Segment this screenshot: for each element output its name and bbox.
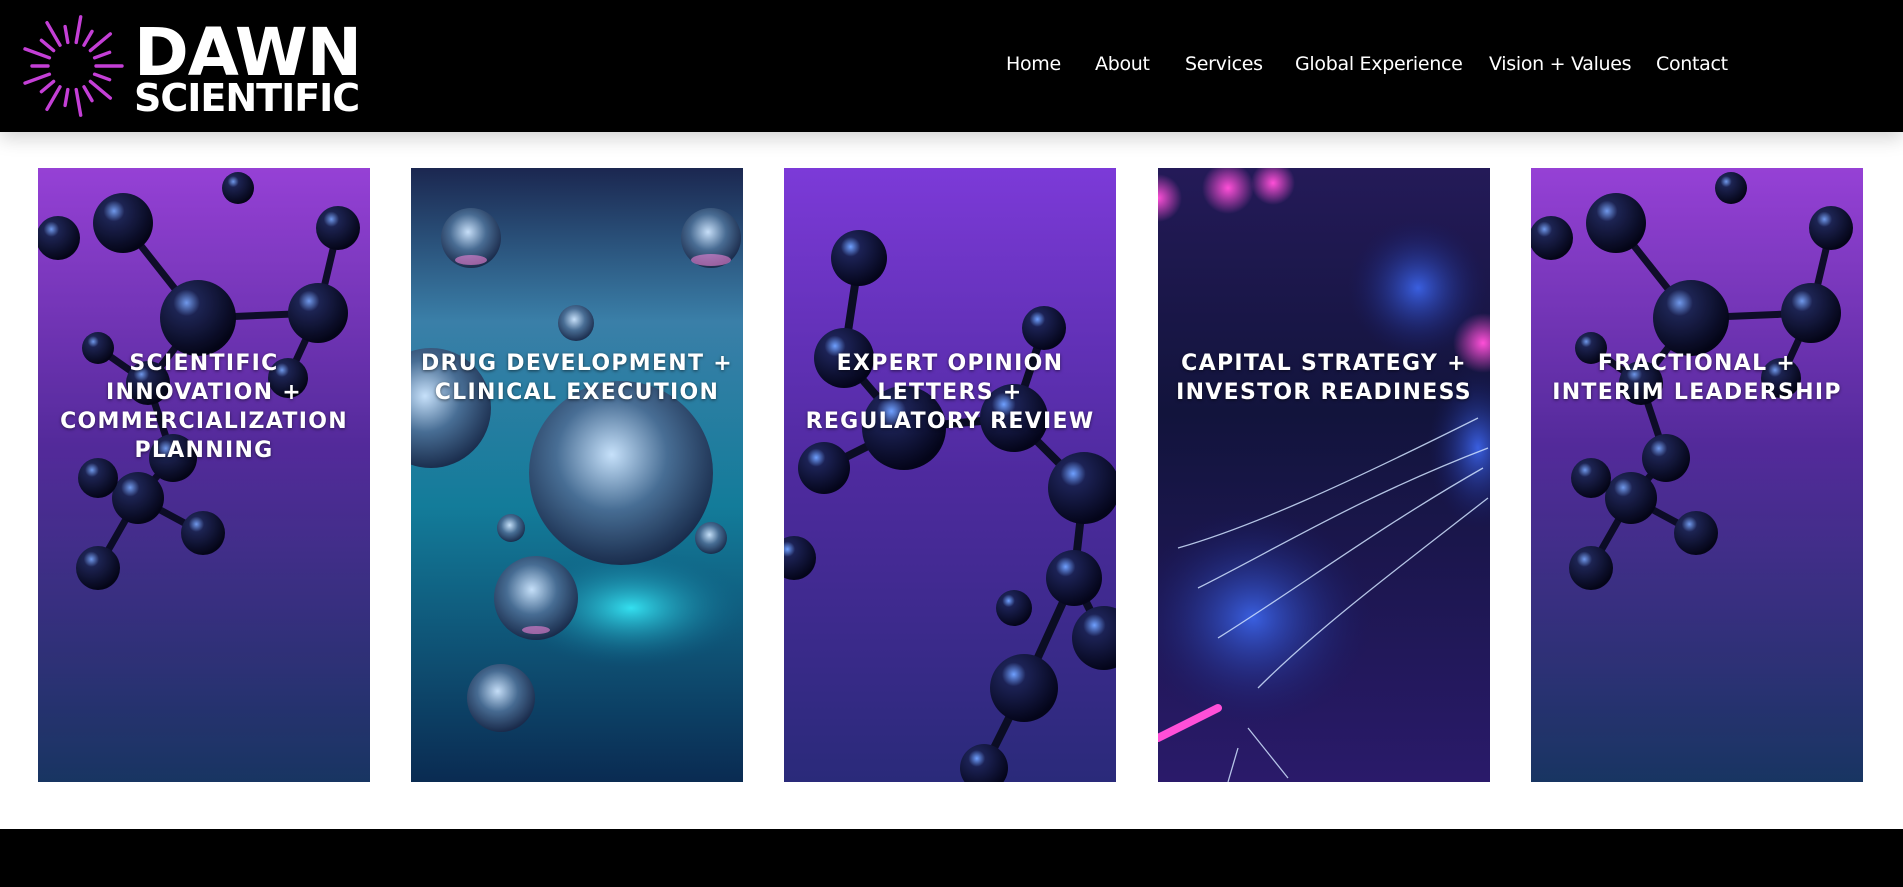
- service-card-innovation[interactable]: SCIENTIFIC INNOVATION + COMMERCIALIZATIO…: [38, 168, 370, 782]
- neural-network-image: [1158, 168, 1490, 782]
- footer-bar: [0, 829, 1903, 887]
- service-card-fractional-leadership[interactable]: FRACTIONAL + INTERIM LEADERSHIP: [1531, 168, 1863, 782]
- brand-logo[interactable]: DAWN SCIENTIFIC: [20, 14, 365, 118]
- nav-contact[interactable]: Contact: [1656, 52, 1728, 76]
- service-title: FRACTIONAL + INTERIM LEADERSHIP: [1552, 351, 1842, 405]
- teal-spheres-image: [411, 168, 743, 782]
- service-title: DRUG DEVELOPMENT + CLINICAL EXECUTION: [420, 351, 734, 405]
- nav-services[interactable]: Services: [1185, 52, 1263, 76]
- service-card-capital-strategy[interactable]: CAPITAL STRATEGY + INVESTOR READINESS: [1158, 168, 1490, 782]
- service-title: SCIENTIFIC INNOVATION + COMMERCIALIZATIO…: [60, 351, 348, 463]
- purple-molecule-image: [38, 168, 370, 782]
- nav-home[interactable]: Home: [1006, 52, 1061, 76]
- nav-global-experience[interactable]: Global Experience: [1295, 52, 1463, 76]
- nav-vision-values[interactable]: Vision + Values: [1489, 52, 1632, 76]
- services-grid: SCIENTIFIC INNOVATION + COMMERCIALIZATIO…: [0, 0, 1903, 887]
- sunburst-logo-icon: [23, 15, 124, 117]
- service-title: EXPERT OPINION LETTERS + REGULATORY REVI…: [805, 351, 1095, 434]
- purple-molecule-image: [1531, 168, 1863, 782]
- service-card-drug-development[interactable]: DRUG DEVELOPMENT + CLINICAL EXECUTION: [411, 168, 743, 782]
- service-title: CAPITAL STRATEGY + INVESTOR READINESS: [1176, 351, 1472, 405]
- nav-about[interactable]: About: [1095, 52, 1150, 76]
- site-header: DAWN SCIENTIFIC Home About Services Glob…: [0, 0, 1903, 132]
- brand-name-line2: SCIENTIFIC: [134, 76, 360, 120]
- violet-molecule-image: [784, 168, 1116, 782]
- service-card-expert-opinion[interactable]: EXPERT OPINION LETTERS + REGULATORY REVI…: [784, 168, 1116, 782]
